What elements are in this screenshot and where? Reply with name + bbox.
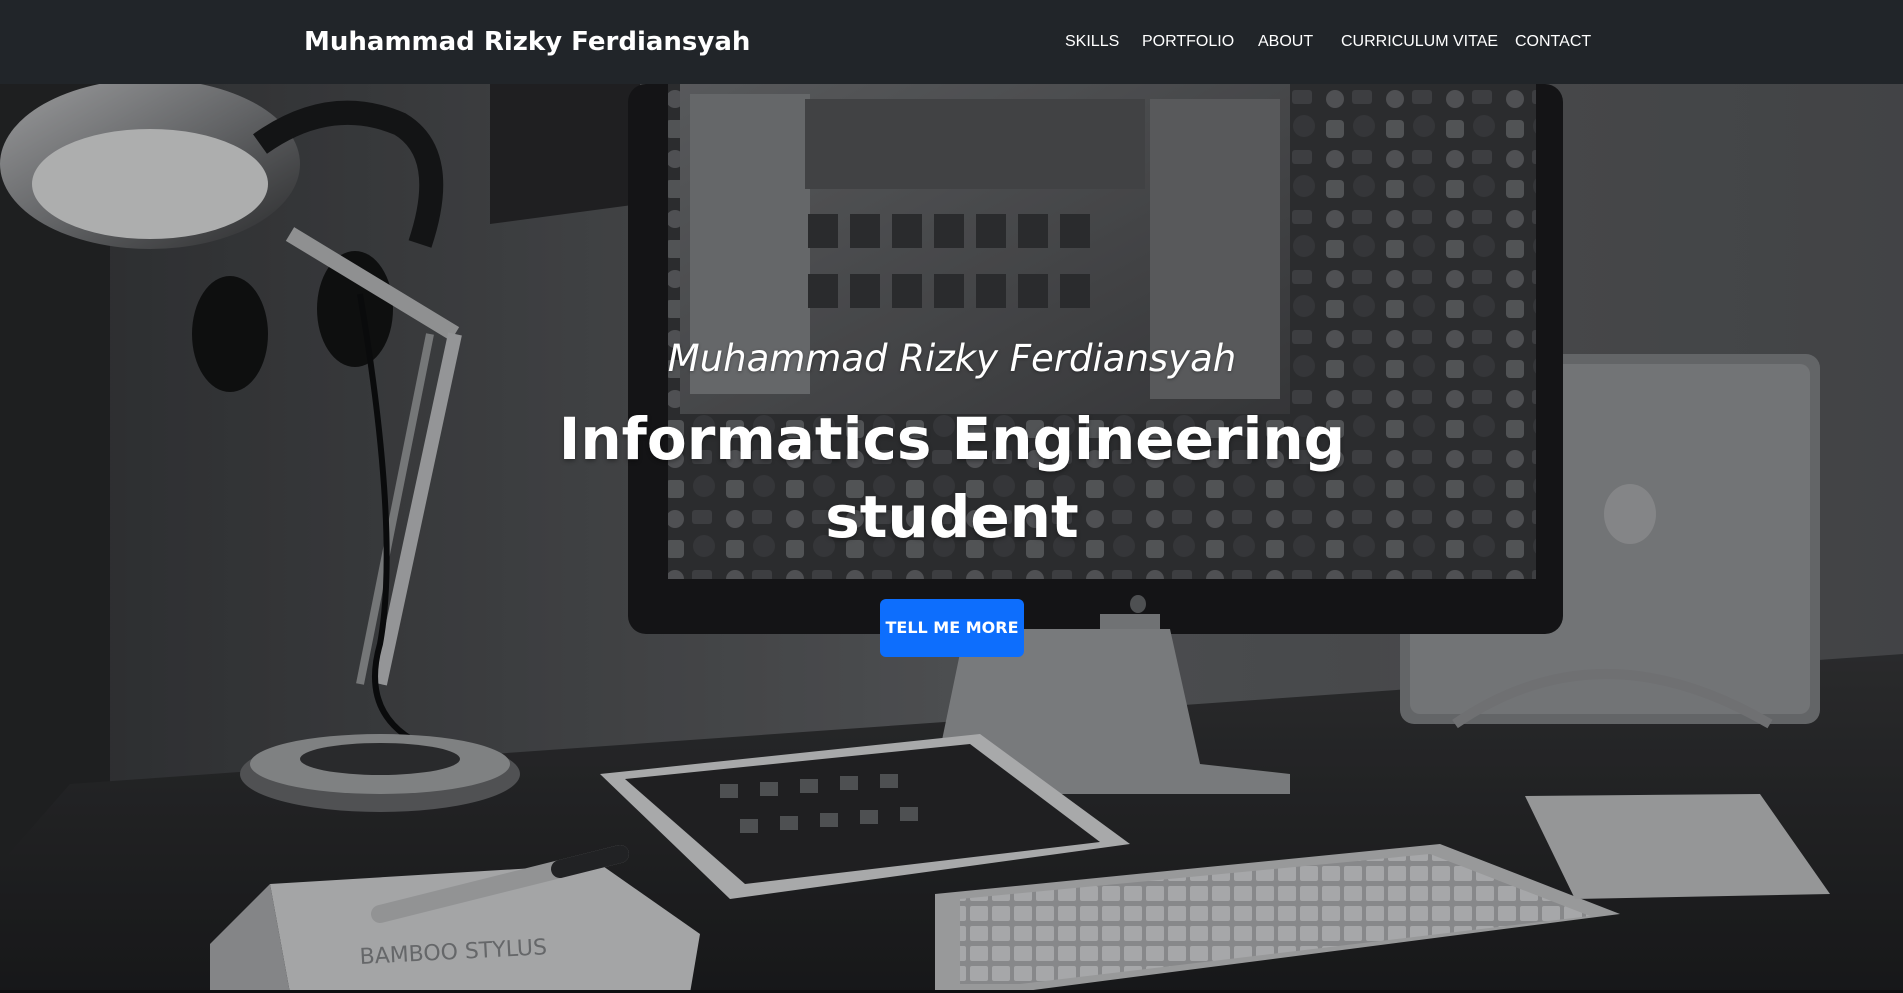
nav-link-curriculum-vitae[interactable]: CURRICULUM VITAE: [1341, 30, 1498, 54]
nav-link-portfolio[interactable]: PORTFOLIO: [1142, 30, 1234, 54]
nav-menu: SKILLS PORTFOLIO ABOUT CURRICULUM VITAE …: [1050, 30, 1591, 54]
brand-link[interactable]: Muhammad Rizky Ferdiansyah: [304, 26, 750, 58]
hero-title: Informatics Engineering student: [558, 405, 1346, 551]
page: Muhammad Rizky Ferdiansyah SKILLS PORTFO…: [0, 0, 1903, 993]
hero-section: BAMBOO STYLUS Muhammad Rizky Ferdiansyah…: [0, 84, 1903, 993]
hero-subtitle: Muhammad Rizky Ferdiansyah: [667, 337, 1237, 380]
nav-link-skills[interactable]: SKILLS: [1065, 30, 1119, 54]
nav-link-about[interactable]: ABOUT: [1258, 30, 1313, 54]
nav-link-contact[interactable]: CONTACT: [1515, 30, 1591, 54]
navbar: Muhammad Rizky Ferdiansyah SKILLS PORTFO…: [0, 0, 1903, 84]
tell-me-more-button[interactable]: TELL ME MORE: [880, 599, 1024, 657]
